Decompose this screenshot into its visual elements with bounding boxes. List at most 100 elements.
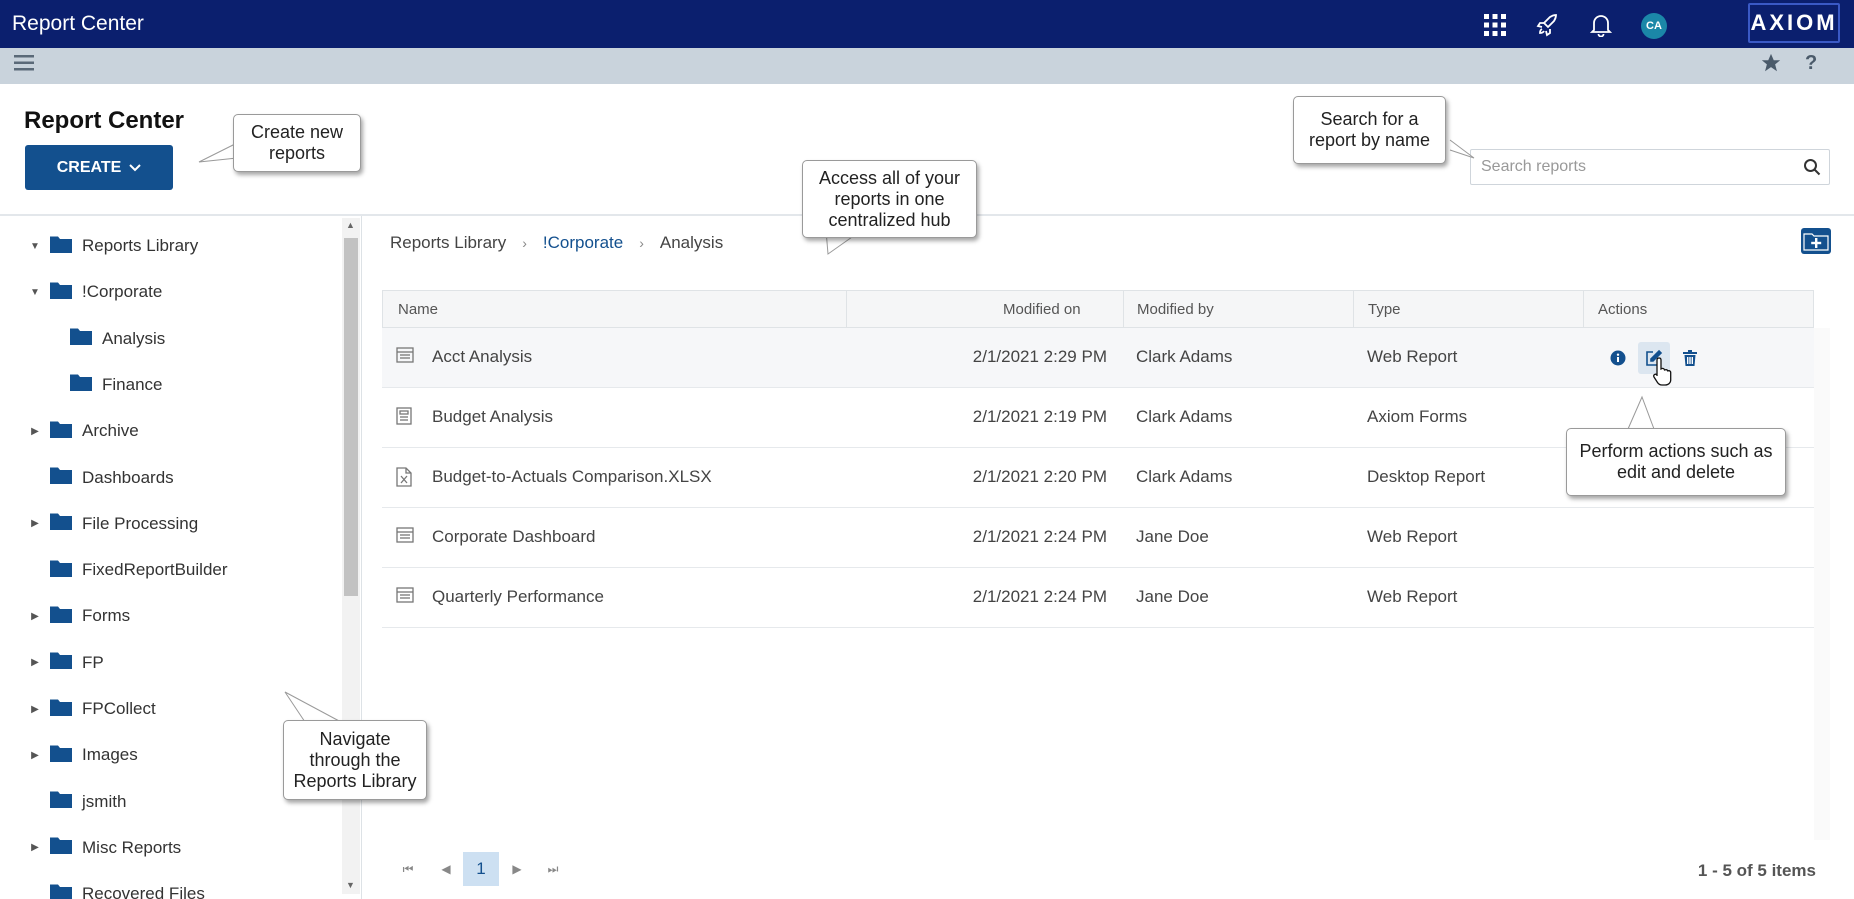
next-page-button[interactable]: ▶ — [499, 852, 535, 886]
report-name[interactable]: Budget Analysis — [432, 407, 553, 427]
sidebar-item-label: Analysis — [102, 328, 166, 348]
sidebar-item-label: Images — [82, 745, 138, 765]
column-header-modified-on[interactable]: Modified on — [1003, 301, 1081, 318]
secondary-toolbar — [0, 48, 1854, 84]
caret-down-icon[interactable]: ▼ — [28, 241, 42, 252]
create-button-label: CREATE — [56, 158, 122, 176]
column-header-name[interactable]: Name — [398, 301, 438, 318]
callout-navigate: Navigate through the Reports Library — [283, 720, 427, 800]
report-type: Web Report — [1367, 587, 1458, 606]
sidebar-item-recovered-files[interactable]: Recovered Files — [28, 874, 205, 899]
sidebar-item-jsmith[interactable]: jsmith — [28, 782, 126, 822]
column-header-modified-by[interactable]: Modified by — [1137, 301, 1214, 318]
table-row[interactable]: Corporate Dashboard 2/1/2021 2:24 PM Jane … — [382, 508, 1814, 568]
table-row[interactable]: Quarterly Performance 2/1/2021 2:24 PM Jan… — [382, 568, 1814, 628]
delete-icon[interactable] — [1674, 342, 1706, 374]
search-input[interactable] — [1471, 150, 1771, 184]
caret-right-icon[interactable]: ▶ — [28, 842, 42, 853]
sidebar-item-label: FixedReportBuilder — [82, 560, 228, 580]
help-icon[interactable]: ? — [1805, 52, 1817, 75]
sidebar-item-fixedreportbuilder[interactable]: FixedReportBuilder — [28, 550, 228, 590]
breadcrumb-item-reports-library[interactable]: Reports Library — [390, 233, 506, 253]
caret-right-icon[interactable]: ▶ — [28, 704, 42, 715]
breadcrumb-item-corporate[interactable]: !Corporate — [543, 233, 623, 253]
modified-by: Clark Adams — [1136, 467, 1233, 486]
sidebar-item-label: FPCollect — [82, 699, 156, 718]
scroll-down-arrow-icon[interactable]: ▼ — [346, 880, 355, 890]
chevron-down-icon — [129, 159, 142, 177]
folder-icon — [50, 651, 72, 674]
grid-scrollbar[interactable] — [1814, 328, 1830, 840]
report-name[interactable]: Quarterly Performance — [432, 587, 604, 607]
prev-page-button[interactable]: ◀ — [428, 852, 464, 886]
callout-search: Search for a report by name — [1293, 96, 1446, 164]
folder-icon — [50, 790, 72, 813]
sidebar-item-label: Archive — [82, 421, 139, 441]
sidebar-scroll-thumb[interactable] — [344, 238, 358, 596]
column-divider — [1123, 291, 1124, 327]
sidebar-item-reports-library[interactable]: ▼ Reports Library — [28, 226, 198, 266]
form-icon — [396, 407, 412, 430]
scroll-up-arrow-icon[interactable]: ▲ — [346, 220, 355, 230]
folder-icon — [70, 373, 92, 396]
caret-right-icon[interactable]: ▶ — [28, 750, 42, 761]
modified-by: Clark Adams — [1136, 407, 1233, 426]
add-folder-button[interactable] — [1801, 228, 1831, 254]
column-divider — [846, 291, 847, 327]
sidebar-item-archive[interactable]: ▶ Archive — [28, 411, 139, 451]
callout-create: Create new reports — [233, 114, 361, 172]
table-row[interactable]: Acct Analysis 2/1/2021 2:29 PM Clark Adams… — [382, 328, 1814, 388]
folder-icon — [50, 466, 72, 489]
favorites-star-icon[interactable] — [1760, 52, 1782, 79]
sidebar-item-label: File Processing — [82, 513, 199, 533]
web-report-icon — [396, 347, 414, 368]
folder-icon — [50, 235, 72, 258]
first-page-button[interactable]: ⏮ — [390, 852, 426, 886]
sidebar-item-forms[interactable]: ▶ Forms — [28, 596, 130, 636]
search-icon[interactable] — [1803, 158, 1821, 181]
folder-icon — [50, 559, 72, 582]
sidebar-item-file-processing[interactable]: ▶ File Processing — [28, 504, 198, 544]
sidebar-item-label: Finance — [102, 374, 163, 394]
add-folder-icon — [1803, 233, 1829, 251]
folder-icon — [50, 698, 72, 721]
sidebar-item-corporate[interactable]: ▼ !Corporate — [28, 272, 162, 312]
sidebar-item-label: jsmith — [82, 791, 127, 811]
sidebar-item-finance[interactable]: Finance — [48, 365, 162, 405]
bell-icon[interactable] — [1588, 12, 1614, 38]
sidebar-item-analysis[interactable]: Analysis — [48, 319, 165, 359]
report-name[interactable]: Acct Analysis — [432, 347, 532, 367]
rocket-icon[interactable] — [1535, 12, 1561, 38]
breadcrumb-separator-icon: › — [639, 235, 644, 251]
folder-icon — [50, 420, 72, 443]
create-button[interactable]: CREATE — [25, 145, 173, 190]
sidebar-item-fp[interactable]: ▶ FP — [28, 643, 104, 683]
caret-right-icon[interactable]: ▶ — [28, 657, 42, 668]
page-number-button[interactable]: 1 — [463, 852, 499, 886]
column-header-type[interactable]: Type — [1368, 301, 1401, 318]
folder-icon — [50, 605, 72, 628]
sidebar-item-fpcollect[interactable]: ▶ FPCollect — [28, 689, 156, 729]
breadcrumb: Reports Library › !Corporate › Analysis — [390, 233, 723, 253]
app-grid-icon[interactable] — [1482, 12, 1508, 38]
search-box — [1470, 149, 1830, 185]
caret-right-icon[interactable]: ▶ — [28, 518, 42, 529]
page-title: Report Center — [24, 107, 185, 134]
report-name[interactable]: Corporate Dashboard — [432, 527, 595, 547]
modified-on: 2/1/2021 2:24 PM — [972, 527, 1107, 546]
caret-right-icon[interactable]: ▶ — [28, 611, 42, 622]
caret-right-icon[interactable]: ▶ — [28, 426, 42, 437]
caret-down-icon[interactable]: ▼ — [28, 287, 42, 298]
report-name[interactable]: Budget-to-Actuals Comparison.XLSX — [432, 467, 712, 487]
sidebar-item-label: Misc Reports — [82, 837, 182, 857]
folder-icon — [70, 327, 92, 350]
sidebar-item-dashboards[interactable]: Dashboards — [28, 458, 174, 498]
folder-icon — [50, 281, 72, 304]
sidebar-item-images[interactable]: ▶ Images — [28, 735, 138, 775]
avatar[interactable]: CA — [1641, 13, 1667, 39]
sidebar-item-misc-reports[interactable]: ▶ Misc Reports — [28, 828, 181, 868]
last-page-button[interactable]: ⏭ — [535, 852, 571, 886]
modified-on: 2/1/2021 2:29 PM — [972, 347, 1107, 366]
hamburger-menu-icon[interactable] — [14, 54, 34, 77]
info-icon[interactable] — [1602, 342, 1634, 374]
